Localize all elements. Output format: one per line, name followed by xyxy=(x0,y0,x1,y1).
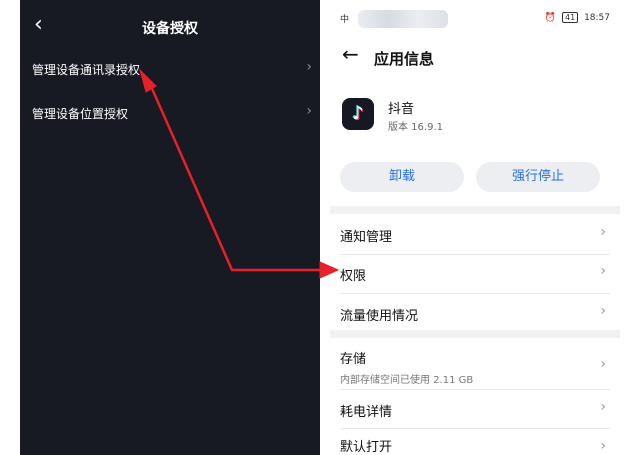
chevron-right-icon: › xyxy=(600,399,606,415)
back-arrow-icon[interactable]: ← xyxy=(342,44,359,64)
chevron-right-icon: › xyxy=(600,438,606,454)
data-usage-row[interactable]: 流量使用情况 › xyxy=(340,303,606,324)
tiktok-icon: ♪ xyxy=(342,98,374,130)
section-divider xyxy=(330,206,620,214)
row-label: 流量使用情况 xyxy=(340,309,419,324)
row-label: 耗电详情 xyxy=(340,405,393,420)
row-label: 默认打开 xyxy=(340,440,393,455)
chevron-right-icon: › xyxy=(600,356,606,372)
chevron-right-icon: › xyxy=(306,103,312,119)
battery-details-row[interactable]: 耗电详情 › xyxy=(340,399,606,420)
storage-usage-text: 内部存储空间已使用 2.11 GB xyxy=(340,375,474,386)
row-label: 存储 xyxy=(340,352,367,367)
divider xyxy=(340,389,610,390)
chevron-right-icon: › xyxy=(600,263,606,279)
chevron-right-icon: › xyxy=(600,303,606,319)
status-icons: ⏰ 41 18:57 xyxy=(545,12,610,23)
app-info-screen: 中 ⏰ 41 18:57 ← 应用信息 ♪ 抖音 版本 16.9.1 卸载 强行… xyxy=(330,0,620,455)
page-title: 设备授权 xyxy=(142,21,198,37)
row-label: 通知管理 xyxy=(340,230,393,245)
battery-icon: 41 xyxy=(562,12,579,23)
divider xyxy=(340,428,610,429)
divider xyxy=(340,254,610,255)
carrier-label: 中 xyxy=(340,15,350,25)
section-divider xyxy=(330,330,620,338)
permissions-row[interactable]: 权限 › xyxy=(340,263,606,284)
uninstall-button[interactable]: 卸载 xyxy=(340,162,464,192)
app-version: 版本 16.9.1 xyxy=(388,122,443,133)
device-authorization-screen: ‹ 设备授权 管理设备通讯录授权 › 管理设备位置授权 › xyxy=(20,0,320,455)
storage-row[interactable]: 存储 内部存储空间已使用 2.11 GB › xyxy=(340,348,606,386)
row-label: 权限 xyxy=(340,269,367,284)
manage-contacts-authorization-item[interactable]: 管理设备通讯录授权 › xyxy=(32,59,312,78)
manage-location-authorization-item[interactable]: 管理设备位置授权 › xyxy=(32,103,312,122)
chevron-right-icon: › xyxy=(306,59,312,75)
chevron-right-icon: › xyxy=(600,224,606,240)
divider xyxy=(340,293,610,294)
alarm-icon: ⏰ xyxy=(544,13,557,23)
blurred-region xyxy=(358,10,448,28)
clock-time: 18:57 xyxy=(584,13,610,23)
status-bar: 中 ⏰ 41 18:57 xyxy=(330,10,620,28)
force-stop-button[interactable]: 强行停止 xyxy=(476,162,600,192)
page-title: 应用信息 xyxy=(374,50,435,68)
open-by-default-row[interactable]: 默认打开 › xyxy=(340,436,606,455)
item-label: 管理设备位置授权 xyxy=(32,107,129,121)
app-name: 抖音 xyxy=(388,102,415,117)
item-label: 管理设备通讯录授权 xyxy=(32,63,141,77)
notification-management-row[interactable]: 通知管理 › xyxy=(340,224,606,245)
